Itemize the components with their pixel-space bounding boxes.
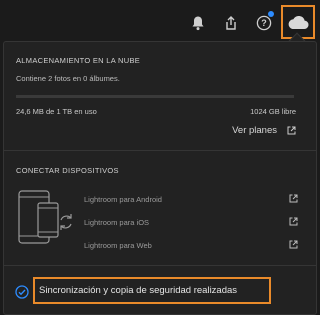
connect-devices-title: CONECTAR DISPOSITIVOS bbox=[16, 166, 119, 175]
view-plans-link[interactable]: Ver planes bbox=[232, 125, 296, 136]
cloud-storage-title: ALMACENAMIENTO EN LA NUBE bbox=[16, 56, 141, 65]
sync-status-highlight: Sincronización y copia de seguridad real… bbox=[33, 277, 271, 304]
external-link-icon bbox=[289, 194, 298, 203]
storage-bar bbox=[16, 95, 294, 98]
section-divider bbox=[4, 265, 316, 266]
lightroom-ios-label: Lightroom para iOS bbox=[84, 218, 150, 227]
lightroom-web-link[interactable]: Lightroom para Web bbox=[84, 240, 298, 250]
lightroom-web-label: Lightroom para Web bbox=[84, 241, 152, 250]
external-link-icon bbox=[289, 217, 298, 226]
svg-text:?: ? bbox=[261, 18, 267, 28]
lightroom-android-label: Lightroom para Android bbox=[84, 195, 162, 204]
sync-status-text: Sincronización y copia de seguridad real… bbox=[39, 285, 238, 296]
share-icon[interactable] bbox=[218, 10, 244, 36]
storage-used: 24,6 MB de 1 TB en uso bbox=[16, 107, 97, 116]
view-plans-label: Ver planes bbox=[232, 125, 277, 136]
external-link-icon bbox=[289, 240, 298, 249]
section-divider bbox=[4, 150, 316, 151]
lightroom-ios-link[interactable]: Lightroom para iOS bbox=[84, 217, 298, 227]
external-link-icon bbox=[287, 126, 296, 135]
photos-count: Contiene 2 fotos en 0 álbumes. bbox=[16, 74, 120, 83]
top-toolbar: ? bbox=[0, 0, 320, 44]
notification-dot bbox=[268, 11, 274, 17]
lightroom-android-link[interactable]: Lightroom para Android bbox=[84, 194, 298, 204]
check-circle-icon bbox=[15, 285, 29, 299]
storage-free: 1024 GB libre bbox=[250, 107, 296, 116]
devices-illustration-icon bbox=[18, 190, 72, 244]
bell-icon[interactable] bbox=[185, 10, 211, 36]
